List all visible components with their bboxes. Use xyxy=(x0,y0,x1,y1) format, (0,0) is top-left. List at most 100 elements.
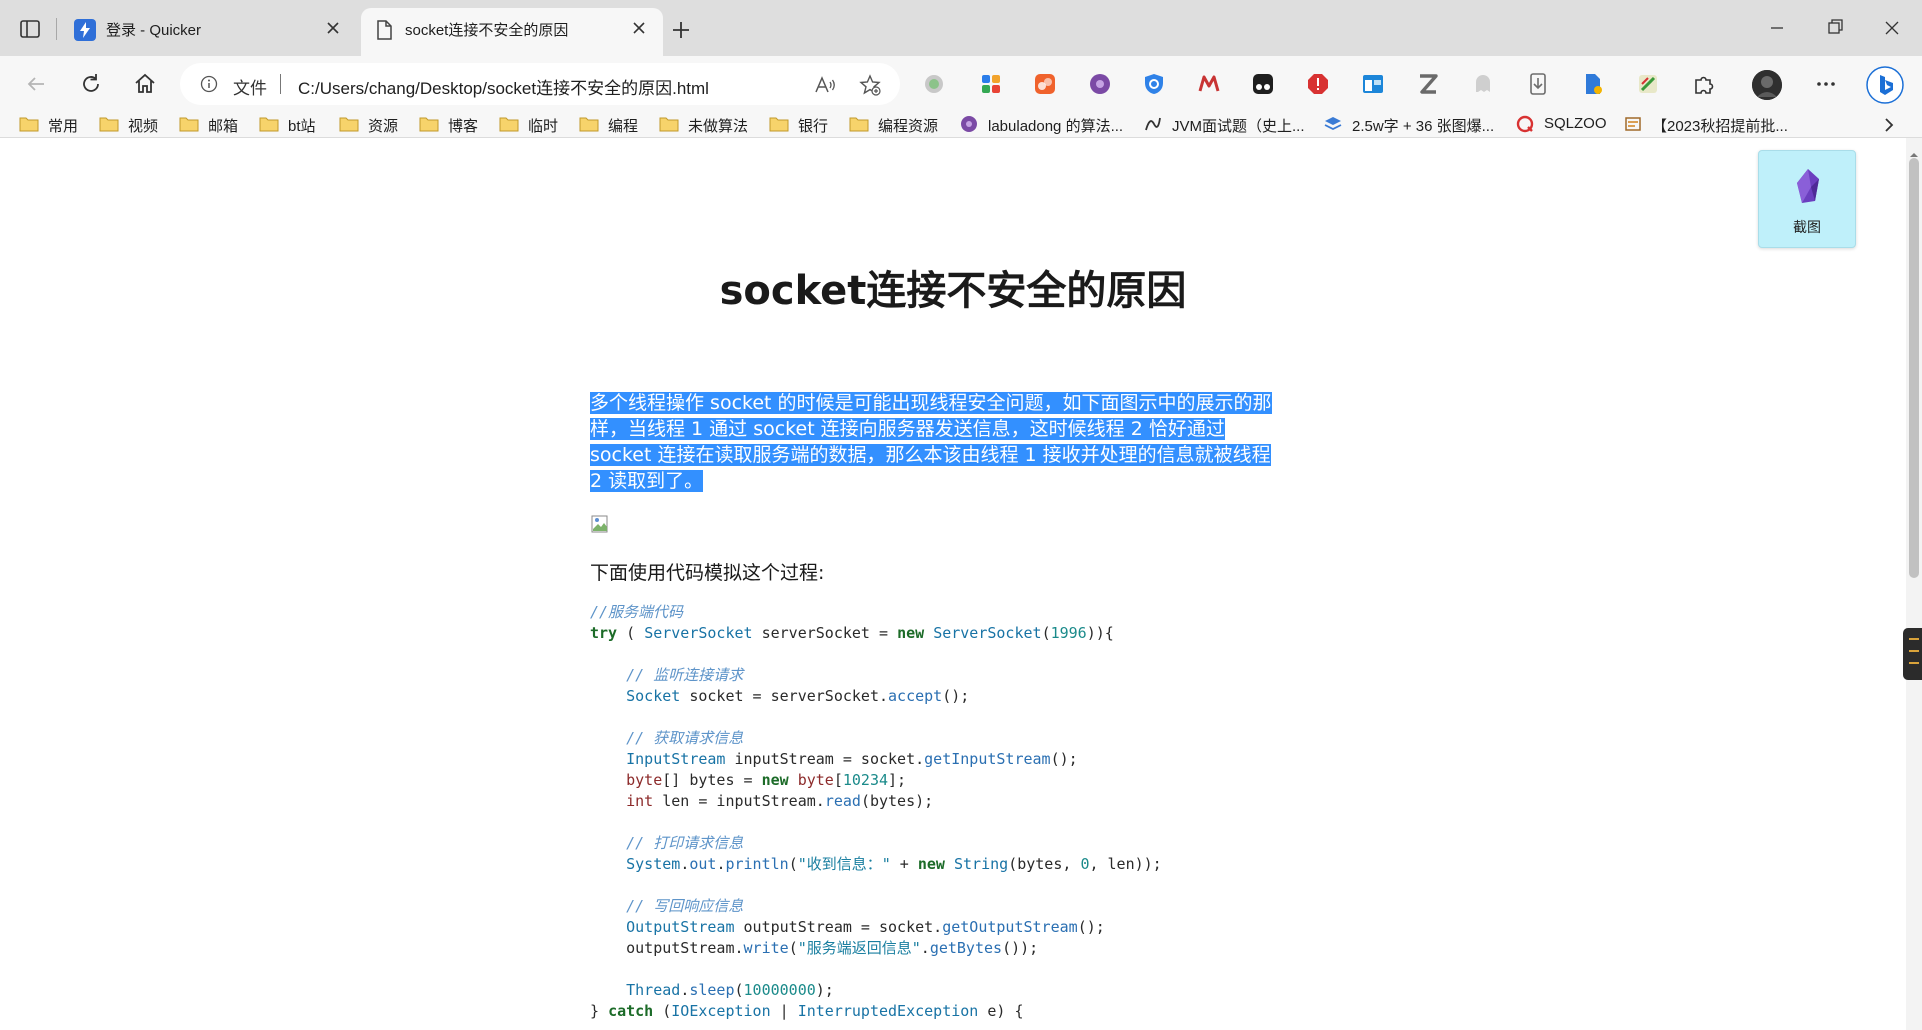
code-function: sleep xyxy=(689,981,735,999)
orange-extension-icon[interactable] xyxy=(1033,72,1057,96)
code-block: //服务端代码 try ( ServerSocket serverSocket … xyxy=(590,603,1162,1020)
close-tab-icon[interactable] xyxy=(323,18,343,38)
purple-extension-icon[interactable] xyxy=(1088,72,1112,96)
scrollbar-thumb[interactable] xyxy=(1909,158,1919,578)
code-number: 10000000 xyxy=(743,981,816,999)
side-dock-widget[interactable] xyxy=(1903,628,1922,680)
bookmark-label: JVM面试题（史上... xyxy=(1172,118,1305,135)
bookmark-label: 临时 xyxy=(528,118,559,135)
code-comment: //服务端代码 xyxy=(590,603,684,621)
chevron-right-icon[interactable] xyxy=(1878,115,1900,135)
code-type: String xyxy=(954,855,1009,873)
code-function: println xyxy=(725,855,789,873)
selected-paragraph[interactable]: 多个线程操作 socket 的时候是可能出现线程安全问题，如下面图示中的展示的那… xyxy=(590,390,1314,494)
folder-icon xyxy=(258,114,280,134)
close-tab-icon[interactable] xyxy=(629,18,649,38)
page-viewport: socket连接不安全的原因 多个线程操作 socket 的时候是可能出现线程安… xyxy=(0,138,1906,1030)
bookmark-label: bt站 xyxy=(288,118,316,135)
ghost-extension-icon[interactable] xyxy=(1471,72,1495,96)
offer-icon xyxy=(1622,114,1644,134)
code-type: Thread xyxy=(626,981,681,999)
tab-socket-doc[interactable]: socket连接不安全的原因 xyxy=(361,8,663,56)
bookmark-label: SQLZOO xyxy=(1544,115,1607,132)
window-close-icon[interactable] xyxy=(1877,14,1907,42)
toolbar: 文件 C:/Users/chang/Desktop/socket连接不安全的原因… xyxy=(0,56,1922,146)
paint-extension-icon[interactable] xyxy=(1636,72,1660,96)
info-icon[interactable] xyxy=(200,75,218,93)
scroll-up-icon[interactable] xyxy=(1910,144,1918,157)
code-function: read xyxy=(824,792,861,810)
folder-icon xyxy=(98,114,120,134)
shield-extension-icon[interactable] xyxy=(1142,72,1166,96)
folder-icon xyxy=(338,114,360,134)
m-extension-icon[interactable] xyxy=(1197,72,1221,96)
bookmark-label: labuladong 的算法... xyxy=(988,118,1124,135)
bookmark-label: 常用 xyxy=(48,118,79,135)
bookmark-label: 【2023秋招提前批... xyxy=(1652,118,1788,135)
code-function: accept xyxy=(888,687,943,705)
puzzle-extension-icon[interactable] xyxy=(1692,72,1716,96)
vertical-scrollbar[interactable] xyxy=(1906,138,1922,1030)
code-text: inputStream = socket. xyxy=(725,750,925,768)
bookmark-label: 博客 xyxy=(448,118,479,135)
scheme-label: 文件 xyxy=(233,79,267,98)
circle-extension-icon[interactable] xyxy=(922,72,946,96)
code-text: serverSocket = xyxy=(752,624,898,642)
code-function: getBytes xyxy=(929,939,1003,957)
code-text: [] bytes = xyxy=(662,771,762,789)
file-extension-icon[interactable] xyxy=(1581,72,1605,96)
bookmark-label: 编程 xyxy=(608,118,639,135)
code-keyword: catch xyxy=(608,1002,654,1020)
home-icon[interactable] xyxy=(131,70,159,98)
code-text: ( xyxy=(617,624,645,642)
code-function: getInputStream xyxy=(924,750,1051,768)
code-text: outputStream = socket. xyxy=(734,918,943,936)
apps-extension-icon[interactable] xyxy=(979,72,1003,96)
refresh-icon[interactable] xyxy=(77,70,105,98)
more-options-icon[interactable] xyxy=(1814,72,1838,96)
add-favorite-icon[interactable] xyxy=(858,73,882,97)
page-title: socket连接不安全的原因 xyxy=(719,268,1187,314)
folder-icon xyxy=(848,114,870,134)
bookmark-label: 银行 xyxy=(798,118,829,135)
window-extension-icon[interactable] xyxy=(1361,72,1385,96)
code-type: ServerSocket xyxy=(644,624,753,642)
layers-icon xyxy=(1322,114,1344,134)
bookmark-label: 2.5w字 + 36 张图爆... xyxy=(1352,118,1495,135)
code-keyword: try xyxy=(590,624,618,642)
back-arrow-icon[interactable] xyxy=(22,70,50,98)
tab-separator xyxy=(56,18,57,40)
code-text: socket = serverSocket. xyxy=(680,687,889,705)
z-extension-icon[interactable] xyxy=(1416,72,1440,96)
code-keyword: new xyxy=(897,624,925,642)
tab-quicker[interactable]: 登录 - Quicker xyxy=(62,8,357,56)
url-text[interactable]: C:/Users/chang/Desktop/socket连接不安全的原因.ht… xyxy=(298,74,709,99)
sqlzoo-icon xyxy=(1514,114,1536,134)
bing-chat-icon[interactable] xyxy=(1866,66,1904,104)
code-text: len = inputStream. xyxy=(653,792,825,810)
folder-icon xyxy=(768,114,790,134)
bookmark-label: 视频 xyxy=(128,118,159,135)
read-aloud-icon[interactable] xyxy=(813,73,837,97)
sidebar-toggle-icon[interactable] xyxy=(18,17,42,41)
paragraph-line: 样，当线程 1 通过 socket 连接向服务器发送信息，这时候线程 2 恰好通… xyxy=(590,418,1225,440)
folder-icon xyxy=(18,114,40,134)
screenshot-widget[interactable]: 截图 xyxy=(1758,150,1856,248)
tamper-extension-icon[interactable] xyxy=(1251,72,1275,96)
code-keyword: new xyxy=(917,855,945,873)
screenshot-label: 截图 xyxy=(1793,219,1821,235)
minimize-icon[interactable] xyxy=(1762,14,1792,42)
restore-icon[interactable] xyxy=(1820,14,1850,42)
code-comment: // 监听连接请求 xyxy=(626,666,744,684)
download-extension-icon[interactable] xyxy=(1526,72,1550,96)
bookmark-label: 邮箱 xyxy=(208,118,239,135)
obsidian-gem-icon xyxy=(1793,167,1823,205)
code-string: "服务端返回信息" xyxy=(797,939,921,957)
code-type: InputStream xyxy=(626,750,726,768)
tab-title: 登录 - Quicker xyxy=(106,22,202,39)
code-function: out xyxy=(689,855,717,873)
new-tab-icon[interactable] xyxy=(668,17,694,43)
address-bar[interactable]: 文件 C:/Users/chang/Desktop/socket连接不安全的原因… xyxy=(180,63,900,105)
profile-avatar[interactable] xyxy=(1752,70,1782,100)
alert-extension-icon[interactable] xyxy=(1306,72,1330,96)
